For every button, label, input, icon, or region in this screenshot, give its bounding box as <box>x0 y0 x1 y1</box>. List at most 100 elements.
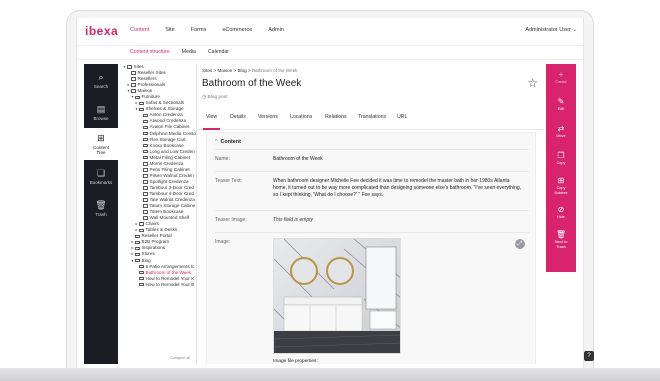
collapse-all-link[interactable]: Collapse all <box>170 356 190 360</box>
folder-icon <box>143 113 148 118</box>
field-value-teaser-image: This field is empty <box>273 217 314 223</box>
main-nav-site[interactable]: Site <box>165 27 174 33</box>
folder-icon <box>135 234 140 239</box>
rail-search[interactable]: ⌕ Search <box>84 64 118 96</box>
send-to-trash-label: Send to Trash <box>554 240 568 249</box>
folder-icon <box>143 216 148 220</box>
tab-translations[interactable]: Translations <box>358 114 386 120</box>
folder-icon <box>143 162 148 166</box>
folder-icon <box>139 276 144 281</box>
rail-browse-label: Browse <box>93 115 109 121</box>
rail-trash[interactable]: 🗑 Trash <box>84 192 118 224</box>
field-row-teaser-image: Teaser Image: This field is empty <box>215 210 529 232</box>
folder-icon <box>135 95 140 99</box>
sub-nav-media[interactable]: Media <box>182 49 196 55</box>
main-nav-forms[interactable]: Forms <box>191 27 207 33</box>
folder-icon <box>131 83 136 87</box>
folder-icon <box>143 149 148 154</box>
folder-icon <box>135 258 140 263</box>
field-label-image: Image: <box>215 239 231 245</box>
tree-item[interactable]: How to Remodel Your B <box>120 282 196 288</box>
copy-subtree-icon: ⊞ <box>557 176 565 185</box>
rail-bookmarks-label: Bookmarks <box>89 179 113 185</box>
sub-nav-calendar[interactable]: Calendar <box>208 49 229 55</box>
page-title: Bathroom of the Week <box>202 78 302 89</box>
copy-subtree-label: Copy Subtree <box>554 186 568 195</box>
rail-browse[interactable]: ▤ Browse <box>84 96 118 128</box>
field-value-teaser-text: When bathroom designer Michelle Fee deci… <box>273 178 521 198</box>
content-tree-icon: ⊞ <box>97 133 105 143</box>
folder-icon <box>139 107 144 112</box>
copy-subtree-button[interactable]: ⊞ Copy Subtree <box>546 172 576 199</box>
top-bar: ibexa Content Site Forms eCommerce Admin… <box>77 18 583 46</box>
section-label: Content <box>220 139 241 145</box>
folder-icon <box>143 192 148 196</box>
folder-icon <box>139 270 144 275</box>
main-nav-content[interactable]: Content <box>130 27 149 33</box>
tab-details[interactable]: Details <box>230 114 246 120</box>
help-icon[interactable]: ? <box>584 351 594 361</box>
sub-nav-bar: Content structure Media Calendar <box>77 46 583 60</box>
folder-icon <box>143 143 148 148</box>
bathroom-image[interactable] <box>273 238 401 354</box>
tab-versions[interactable]: Versions <box>258 114 278 120</box>
folder-icon <box>143 198 148 202</box>
tab-view[interactable]: View <box>202 114 221 130</box>
field-row-teaser-text: Teaser Text: When bathroom designer Mich… <box>215 171 529 210</box>
main-nav-ecommerce[interactable]: eCommerce <box>222 27 252 33</box>
left-rail: ⌕ Search ▤ Browse ⊞ Content Tree ❏ Bookm… <box>84 64 118 364</box>
folder-icon <box>139 228 144 233</box>
tree-item-label: How to Remodel Your B <box>145 281 195 287</box>
tree-list: ▾ Sites Reseller Sites Resellers ▸ Profession… <box>120 64 196 288</box>
field-label-name: Name: <box>215 156 230 162</box>
hide-label: Hide <box>557 215 565 220</box>
field-row-image: Image: ⤢ Image file properties: <box>215 232 529 364</box>
content-section-header[interactable]: ^ Content <box>215 139 241 145</box>
folder-icon <box>139 282 144 287</box>
folder-icon <box>127 65 132 69</box>
breadcrumb-path[interactable]: Sites > Maison > Blog > <box>202 68 252 73</box>
rail-trash-label: Trash <box>95 211 107 217</box>
folder-icon <box>143 174 148 178</box>
hide-icon: ⊘ <box>557 205 565 215</box>
content-panel: Sites > Maison > Blog > Bathroom of the … <box>198 64 544 364</box>
copy-button[interactable]: ❐ Copy <box>546 145 576 172</box>
sub-nav: Content structure Media Calendar <box>130 49 229 55</box>
folder-icon <box>131 77 136 81</box>
user-menu[interactable]: Administrator User ⌄ <box>525 27 577 33</box>
folder-icon <box>139 222 144 226</box>
field-label-teaser-image: Teaser Image: <box>215 217 247 223</box>
move-button[interactable]: ⇄ Move <box>546 118 576 145</box>
sub-nav-content-structure[interactable]: Content structure <box>130 49 170 55</box>
folder-icon <box>143 210 148 214</box>
folder-icon <box>143 137 148 142</box>
create-button[interactable]: + Create <box>546 64 576 91</box>
content-tree: ▾ Sites Reseller Sites Resellers ▸ Profession… <box>120 64 197 364</box>
edit-button[interactable]: ✎ Edit <box>546 91 576 118</box>
breadcrumb-current: Bathroom of the Week <box>251 68 298 73</box>
main-nav-admin[interactable]: Admin <box>268 27 284 33</box>
right-action-bar: + Create ✎ Edit ⇄ Move ❐ Copy ⊞ Copy Sub… <box>546 64 576 272</box>
field-row-name: Name: Bathroom of the Week <box>215 149 529 171</box>
rail-bookmarks[interactable]: ❏ Bookmarks <box>84 160 118 192</box>
hide-button[interactable]: ⊘ Hide <box>546 199 576 226</box>
bookmarks-icon: ❏ <box>96 167 106 178</box>
folder-icon <box>143 125 148 130</box>
field-value-name: Bathroom of the Week <box>273 156 323 162</box>
tab-relations[interactable]: Relations <box>325 114 347 120</box>
folder-icon <box>139 101 144 106</box>
expand-image-icon[interactable]: ⤢ <box>515 239 525 249</box>
rail-content-tree[interactable]: ⊞ Content Tree <box>84 128 118 160</box>
ibexa-logo[interactable]: ibexa <box>85 24 118 38</box>
tab-locations[interactable]: Locations <box>290 114 312 120</box>
send-to-trash-button[interactable]: 🗑 Send to Trash <box>546 226 576 253</box>
bookmark-star-icon[interactable]: ☆ <box>527 76 538 90</box>
search-icon: ⌕ <box>98 71 104 82</box>
folder-icon <box>139 264 144 269</box>
plus-icon: + <box>558 70 564 80</box>
chevron-up-icon: ^ <box>215 139 218 145</box>
copy-label: Copy <box>556 161 566 166</box>
folder-icon <box>143 119 148 124</box>
image-file-properties: Image file properties: <box>273 359 318 364</box>
tab-url[interactable]: URL <box>397 114 407 120</box>
